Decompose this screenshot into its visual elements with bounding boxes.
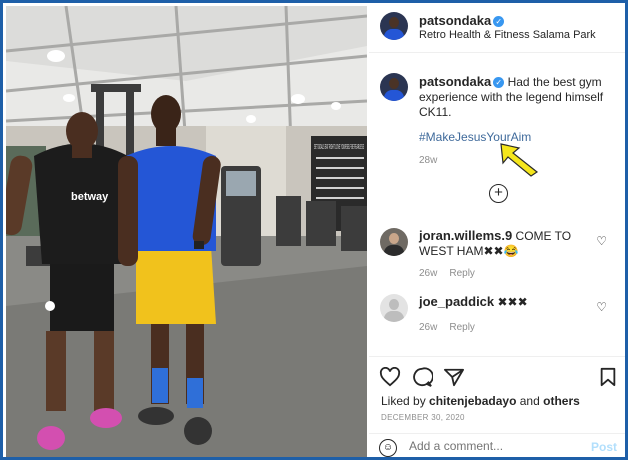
comment-age[interactable]: 26w [419, 268, 437, 279]
verified-icon: ✓ [493, 16, 505, 27]
post-side-panel: patsondaka ✓ Retro Health & Fitness Salam… [369, 6, 625, 457]
comment-meta: 26w Reply [419, 268, 487, 279]
heart-icon[interactable]: ♡ [596, 300, 607, 314]
verified-icon: ✓ [493, 77, 505, 88]
add-comment-bar: ☺ Post [369, 433, 625, 457]
likes-line: Liked by chitenjebadayo and others [381, 394, 580, 408]
heart-icon[interactable]: ♡ [596, 234, 607, 248]
arrow-icon [500, 143, 539, 177]
caption: patsondaka ✓ Had the best gym experience … [419, 74, 615, 120]
likes-others[interactable]: others [543, 394, 580, 408]
comment-avatar[interactable] [380, 228, 408, 256]
comment-text-block: joran.willems.9 COME TO WEST HAM✖✖😂 [419, 228, 589, 259]
comment-input[interactable] [409, 439, 579, 453]
shirt-brand: betway [71, 191, 109, 203]
comment-avatar[interactable] [380, 294, 408, 322]
post-header: patsondaka ✓ Retro Health & Fitness Salam… [369, 6, 625, 53]
reply-button[interactable]: Reply [449, 268, 475, 279]
emoji-icon[interactable]: ☺ [379, 439, 397, 457]
likes-user[interactable]: chitenjebadayo [429, 394, 516, 408]
header-location[interactable]: Retro Health & Fitness Salama Park [419, 29, 596, 41]
caption-username[interactable]: patsondaka [419, 74, 491, 89]
gym-photo-illustration: SET GOALS EAT RIGHT LOVE YOURSELF BE FEA… [6, 6, 367, 457]
heart-icon[interactable] [379, 367, 401, 387]
post-date[interactable]: DECEMBER 30, 2020 [381, 413, 465, 422]
bookmark-icon[interactable] [599, 367, 617, 387]
likes-joiner: and [519, 394, 540, 408]
comment-text-block: joe_paddick ✖✖✖ [419, 294, 589, 310]
post-photo: SET GOALS EAT RIGHT LOVE YOURSELF BE FEA… [6, 6, 367, 457]
post-frame: SET GOALS EAT RIGHT LOVE YOURSELF BE FEA… [0, 0, 628, 460]
comment-age[interactable]: 26w [419, 322, 437, 333]
post-button[interactable]: Post [591, 440, 617, 454]
add-icon[interactable]: + [489, 184, 508, 203]
post-actions: Liked by chitenjebadayo and others DECEM… [369, 356, 625, 457]
comment-username[interactable]: joe_paddick [419, 294, 494, 309]
comment-username[interactable]: joran.willems.9 [419, 228, 512, 243]
header-username[interactable]: patsondaka [419, 13, 491, 28]
share-icon[interactable] [443, 367, 465, 387]
reply-button[interactable]: Reply [449, 322, 475, 333]
likes-prefix: Liked by [381, 394, 426, 408]
comment-meta: 26w Reply [419, 322, 487, 333]
caption-age[interactable]: 28w [419, 155, 437, 166]
avatar[interactable] [380, 12, 408, 40]
caption-avatar[interactable] [380, 73, 408, 101]
comment-text: ✖✖✖ [497, 295, 528, 309]
comment-icon[interactable] [411, 367, 433, 387]
sign-text: SET GOALS EAT RIGHT LOVE YOURSELF BE FEA… [314, 144, 364, 151]
